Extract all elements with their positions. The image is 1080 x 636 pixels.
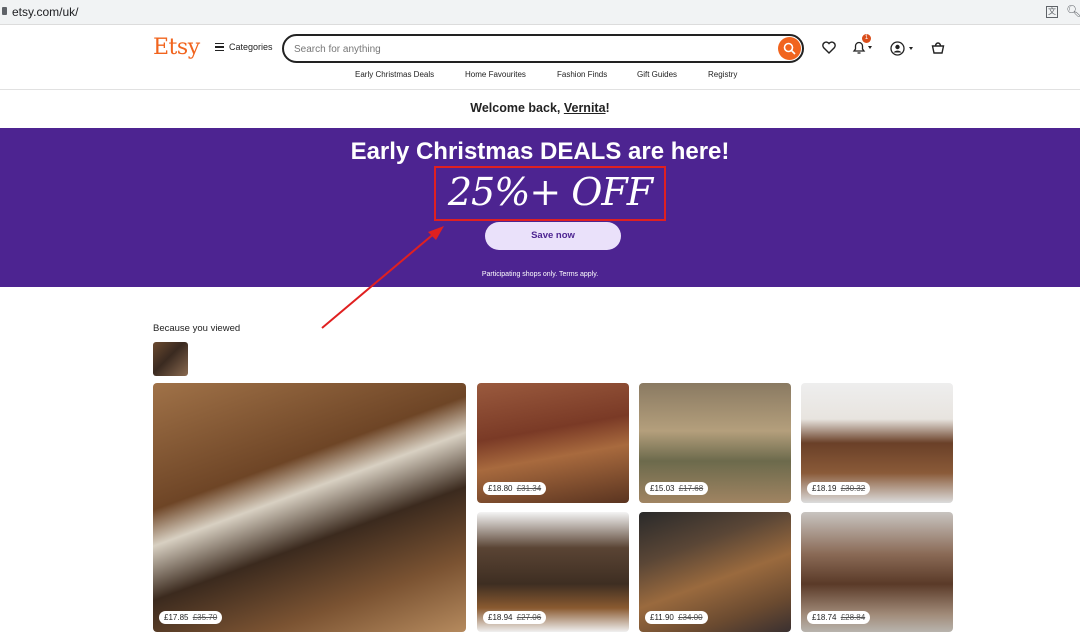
categories-button[interactable]: Categories [215, 42, 273, 52]
lock-icon [2, 7, 7, 15]
welcome-suffix: ! [605, 101, 610, 115]
notification-badge: 1 [862, 34, 871, 43]
price-tag: £17.85 £35.70 [159, 611, 223, 624]
viewed-item-thumbnail[interactable] [153, 342, 188, 376]
price-tag: £18.80 £31.34 [483, 482, 547, 495]
search-bar [282, 34, 804, 63]
price-tag: £18.94 £27.06 [483, 611, 547, 624]
original-price: £28.84 [840, 613, 866, 622]
sale-price: £18.94 [488, 613, 513, 622]
price-tag: £11.90 £34.00 [645, 611, 708, 624]
original-price: £27.06 [516, 613, 542, 622]
product-card[interactable]: £18.19 £30.32 [801, 383, 953, 503]
subnav-home-favourites[interactable]: Home Favourites [465, 70, 526, 79]
original-price: £31.34 [516, 484, 542, 493]
price-tag: £18.19 £30.32 [807, 482, 871, 495]
sub-navigation: Early Christmas Deals Home Favourites Fa… [0, 70, 1080, 84]
product-card[interactable]: £18.80 £31.34 [477, 383, 629, 503]
sale-price: £18.74 [812, 613, 837, 622]
browser-address-bar[interactable]: etsy.com/uk/ 文 🔍︎ [0, 0, 1080, 25]
sale-price: £11.90 [650, 613, 674, 622]
product-card[interactable]: £17.85 £35.70 [153, 383, 466, 632]
user-name-link[interactable]: Vernita [564, 101, 606, 115]
search-icon [783, 42, 796, 55]
banner-title: Early Christmas DEALS are here! [350, 138, 730, 165]
sale-price: £17.85 [164, 613, 189, 622]
welcome-prefix: Welcome back, [470, 101, 564, 115]
menu-icon [215, 43, 224, 51]
subnav-registry[interactable]: Registry [708, 70, 737, 79]
categories-label: Categories [229, 42, 273, 52]
annotation-highlight-box [434, 166, 666, 221]
section-title: Because you viewed [153, 323, 241, 334]
product-card[interactable]: £18.74 £28.84 [801, 512, 953, 632]
zoom-icon[interactable]: 🔍︎ [1066, 4, 1080, 18]
etsy-logo[interactable]: Etsy [153, 35, 200, 60]
original-price: £34.00 [678, 613, 703, 622]
welcome-message: Welcome back, Vernita! [0, 101, 1080, 115]
sale-price: £18.80 [488, 484, 513, 493]
product-card[interactable]: £15.03 £17.68 [639, 383, 791, 503]
site-header: Etsy Categories 1 Early Christmas Deals … [0, 25, 1080, 90]
search-button[interactable] [778, 37, 801, 60]
subnav-early-christmas-deals[interactable]: Early Christmas Deals [355, 70, 434, 79]
save-now-button[interactable]: Save now [485, 222, 621, 250]
product-card[interactable]: £11.90 £34.00 [639, 512, 791, 632]
price-tag: £18.74 £28.84 [807, 611, 871, 624]
product-card[interactable]: £18.94 £27.06 [477, 512, 629, 632]
basket-icon[interactable] [931, 41, 945, 54]
original-price: £30.32 [840, 484, 866, 493]
original-price: £17.68 [678, 484, 704, 493]
heart-icon[interactable] [822, 41, 836, 54]
original-price: £35.70 [192, 613, 218, 622]
promo-banner[interactable]: Early Christmas DEALS are here! 25%+ OFF… [0, 128, 1080, 287]
price-tag: £15.03 £17.68 [645, 482, 709, 495]
translate-icon[interactable]: 文 [1046, 6, 1058, 18]
account-icon[interactable] [890, 41, 916, 56]
sale-price: £18.19 [812, 484, 837, 493]
terms-text: Participating shops only. Terms apply. [481, 271, 599, 278]
search-input[interactable] [294, 40, 764, 58]
annotation-arrow [321, 226, 444, 329]
sale-price: £15.03 [650, 484, 675, 493]
subnav-fashion-finds[interactable]: Fashion Finds [557, 70, 607, 79]
url-text[interactable]: etsy.com/uk/ [12, 5, 78, 19]
bell-icon[interactable] [852, 41, 874, 55]
subnav-gift-guides[interactable]: Gift Guides [637, 70, 677, 79]
